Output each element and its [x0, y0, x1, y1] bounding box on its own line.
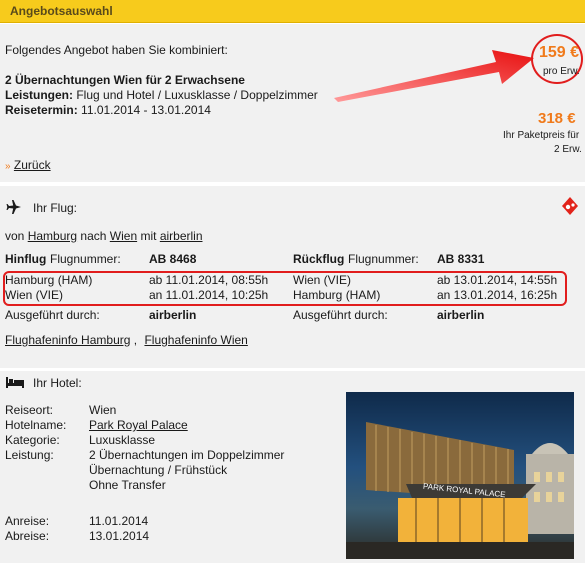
offer-date: Reisetermin: 11.01.2014 - 13.01.2014: [5, 103, 211, 117]
date-label: Reisetermin:: [5, 103, 78, 117]
hotel-board-value: Übernachtung / Frühstück: [89, 463, 228, 477]
airport-info-hamburg-link[interactable]: Flughafeninfo Hamburg: [5, 333, 130, 347]
airport-info-links: Flughafeninfo Hamburg , Flughafeninfo Wi…: [5, 333, 248, 347]
return-flight-number: AB 8331: [437, 252, 485, 266]
route-prefix: von: [5, 229, 25, 243]
from-city-link[interactable]: Hamburg: [28, 229, 77, 243]
hotel-service-value: 2 Übernachtungen im Doppelzimmer: [89, 448, 285, 462]
outbound-to: Wien (VIE): [5, 288, 64, 302]
section-title: Angebotsauswahl: [10, 4, 113, 18]
hotel-service-label: Leistung:: [5, 448, 54, 462]
route-with-word: mit: [140, 229, 157, 243]
departure-label: Abreise:: [5, 529, 50, 543]
outbound-flight-number: AB 8468: [149, 252, 197, 266]
outbound-flightnum-label: Flugnummer:: [50, 252, 121, 266]
hotel-photo: PARK ROYAL PALACE: [346, 392, 574, 559]
return-flightnum-label: Flugnummer:: [348, 252, 419, 266]
outbound-arrival: an 11.01.2014, 10:25h: [149, 288, 269, 302]
total-label: Ihr Paketpreis für: [503, 130, 580, 141]
airport-info-separator: ,: [133, 333, 138, 347]
bed-icon: [6, 377, 24, 388]
airplane-icon: [6, 200, 21, 214]
hotel-category-value: Luxusklasse: [89, 433, 156, 447]
arrival-label: Anreise:: [5, 514, 50, 528]
section-header: Angebotsauswahl: [0, 0, 585, 23]
services-label: Leistungen:: [5, 88, 73, 102]
to-city-link[interactable]: Wien: [110, 229, 137, 243]
hotel-transfer-value: Ohne Transfer: [89, 478, 166, 492]
price-per-person: 159 €: [539, 44, 580, 61]
return-label: Rückflug: [293, 252, 345, 266]
services-value: Flug und Hotel / Luxusklasse / Doppelzim…: [76, 88, 318, 102]
departure-value: 13.01.2014: [89, 529, 150, 543]
total-label-2: 2 Erw.: [554, 144, 582, 155]
hotel-photo-illustration: PARK ROYAL PALACE: [346, 422, 574, 559]
outbound-departure: ab 11.01.2014, 08:55h: [149, 273, 269, 287]
hotel-location-value: Wien: [89, 403, 117, 417]
date-value: 11.01.2014 - 13.01.2014: [81, 103, 211, 117]
hotel-category-label: Kategorie:: [5, 433, 60, 447]
offer-title: 2 Übernachtungen Wien für 2 Erwachsene: [5, 73, 245, 87]
return-operated-label: Ausgeführt durch:: [293, 308, 388, 322]
return-operated-value: airberlin: [437, 308, 485, 322]
outbound-operated-value: airberlin: [149, 308, 197, 322]
hotel-name-label: Hotelname:: [5, 418, 67, 432]
back-link-label: Zurück: [13, 158, 51, 172]
highlight-arrow: [334, 50, 534, 102]
airline-link[interactable]: airberlin: [160, 229, 203, 243]
price-per-person-label: pro Erw.: [543, 66, 580, 77]
hotel-heading: Ihr Hotel:: [33, 376, 82, 390]
total-price: 318 €: [538, 110, 576, 127]
return-from: Wien (VIE): [293, 273, 352, 287]
return-to: Hamburg (HAM): [293, 288, 381, 302]
return-arrival: an 13.01.2014, 16:25h: [437, 288, 558, 302]
hotel-name-link[interactable]: Park Royal Palace: [89, 418, 188, 432]
flight-route: von Hamburg nach Wien mit airberlin: [5, 229, 203, 243]
double-chevron-icon: »: [5, 161, 11, 172]
outbound-label: Hinflug: [5, 252, 47, 266]
back-link[interactable]: » Zurück: [5, 158, 51, 172]
offer-intro: Folgendes Angebot haben Sie kombiniert:: [5, 43, 228, 57]
outbound-operated-label: Ausgeführt durch:: [5, 308, 100, 322]
outbound-from: Hamburg (HAM): [5, 273, 93, 287]
flight-heading: Ihr Flug:: [33, 201, 78, 215]
offer-services: Leistungen: Flug und Hotel / Luxusklasse…: [5, 88, 318, 102]
airberlin-logo-icon: [562, 197, 578, 215]
return-departure: ab 13.01.2014, 14:55h: [437, 273, 558, 287]
airport-info-wien-link[interactable]: Flughafeninfo Wien: [144, 333, 247, 347]
arrival-value: 11.01.2014: [89, 514, 149, 528]
route-to-word: nach: [80, 229, 107, 243]
hotel-location-label: Reiseort:: [5, 403, 54, 417]
